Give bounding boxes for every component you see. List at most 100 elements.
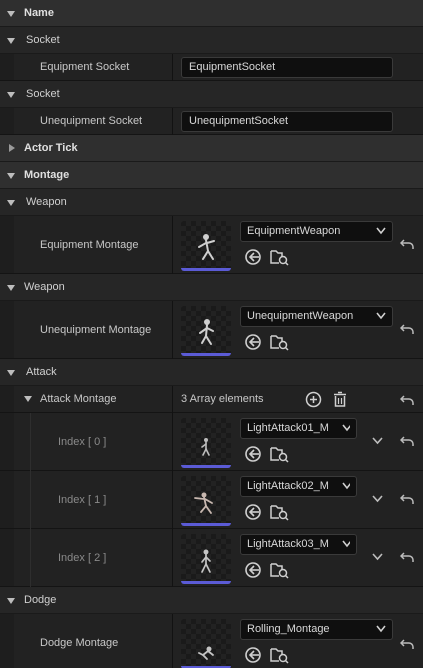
chevron-down-icon[interactable] xyxy=(7,598,15,604)
chevron-down-icon xyxy=(376,625,386,633)
character-pose-icon xyxy=(194,492,213,514)
dropdown-value: Rolling_Montage xyxy=(247,623,330,635)
character-pose-icon xyxy=(198,646,214,660)
subcategory-socket[interactable]: Socket xyxy=(0,81,423,108)
attack-montage-dropdown[interactable]: LightAttack02_M xyxy=(240,476,357,497)
reset-arrow-icon[interactable] xyxy=(400,493,415,505)
category-montage[interactable]: Montage xyxy=(0,162,423,189)
equipment-socket-label: Equipment Socket xyxy=(40,61,130,73)
property-row-unequipment-montage: Unequipment Montage UnequipmentWeapon xyxy=(0,301,423,359)
subcategory-attack[interactable]: Attack xyxy=(0,359,423,386)
asset-thumbnail[interactable] xyxy=(181,476,231,526)
column-divider xyxy=(172,216,173,274)
add-element-icon[interactable] xyxy=(305,391,322,408)
indent-guide xyxy=(30,413,31,471)
category-label: Montage xyxy=(24,169,70,181)
chevron-right-icon[interactable] xyxy=(9,144,15,152)
column-divider xyxy=(172,471,173,529)
browse-asset-icon[interactable] xyxy=(269,445,289,463)
chevron-down-icon xyxy=(338,540,350,548)
subcategory-dodge[interactable]: Dodge xyxy=(0,587,423,614)
array-element-row: Index [ 2 ] LightAttack03_M xyxy=(0,529,423,587)
reset-arrow-icon[interactable] xyxy=(400,638,415,650)
equipment-socket-input[interactable]: EquipmentSocket xyxy=(181,57,393,78)
dropdown-value: UnequipmentWeapon xyxy=(247,310,354,322)
column-divider xyxy=(172,386,173,413)
reset-arrow-icon[interactable] xyxy=(400,435,415,447)
element-options-chevron-icon[interactable] xyxy=(372,553,383,561)
subcategory-weapon[interactable]: Weapon xyxy=(0,189,423,216)
dropdown-value: LightAttack03_M xyxy=(247,538,329,550)
index-label: Index [ 2 ] xyxy=(58,552,107,564)
character-pose-icon xyxy=(199,319,214,345)
element-options-chevron-icon[interactable] xyxy=(372,495,383,503)
thumbnail-type-bar xyxy=(181,523,231,526)
browse-asset-icon[interactable] xyxy=(269,333,289,351)
asset-thumbnail[interactable] xyxy=(181,534,231,584)
asset-thumbnail[interactable] xyxy=(181,306,231,356)
browse-asset-icon[interactable] xyxy=(269,646,289,664)
subcategory-weapon[interactable]: Weapon xyxy=(0,274,423,301)
chevron-down-icon[interactable] xyxy=(24,396,32,402)
character-pose-icon xyxy=(201,549,211,573)
asset-thumbnail[interactable] xyxy=(181,418,231,468)
subcategory-label: Attack xyxy=(26,366,57,378)
browse-asset-icon[interactable] xyxy=(269,561,289,579)
column-divider xyxy=(172,614,173,668)
use-selected-icon[interactable] xyxy=(244,646,262,664)
browse-asset-icon[interactable] xyxy=(269,503,289,521)
chevron-down-icon[interactable] xyxy=(7,173,15,179)
chevron-down-icon[interactable] xyxy=(7,285,15,291)
subcategory-socket[interactable]: Socket xyxy=(0,27,423,54)
use-selected-icon[interactable] xyxy=(244,445,262,463)
column-divider xyxy=(172,529,173,587)
category-label: Actor Tick xyxy=(24,142,78,154)
reset-arrow-icon[interactable] xyxy=(400,551,415,563)
category-name[interactable]: Name xyxy=(0,0,423,27)
element-options-chevron-icon[interactable] xyxy=(372,437,383,445)
dodge-montage-label: Dodge Montage xyxy=(40,637,119,649)
reset-arrow-icon[interactable] xyxy=(400,394,415,406)
equipment-montage-label: Equipment Montage xyxy=(40,239,139,251)
chevron-down-icon[interactable] xyxy=(7,200,15,206)
asset-thumbnail[interactable] xyxy=(181,221,231,271)
unequipment-socket-input[interactable]: UnequipmentSocket xyxy=(181,111,393,132)
property-row-equipment-socket: Equipment Socket EquipmentSocket xyxy=(0,54,423,81)
chevron-down-icon[interactable] xyxy=(7,11,15,17)
index-label: Index [ 0 ] xyxy=(58,436,107,448)
use-selected-icon[interactable] xyxy=(244,503,262,521)
use-selected-icon[interactable] xyxy=(244,561,262,579)
column-divider xyxy=(172,413,173,471)
unequipment-montage-dropdown[interactable]: UnequipmentWeapon xyxy=(240,306,393,327)
browse-asset-icon[interactable] xyxy=(269,248,289,266)
chevron-down-icon xyxy=(376,227,386,235)
asset-thumbnail[interactable] xyxy=(181,619,231,668)
attack-montage-dropdown[interactable]: LightAttack03_M xyxy=(240,534,357,555)
unequipment-montage-label: Unequipment Montage xyxy=(40,324,152,336)
category-label: Name xyxy=(24,7,54,19)
chevron-down-icon[interactable] xyxy=(7,92,15,98)
attack-montage-dropdown[interactable]: LightAttack01_M xyxy=(240,418,357,439)
reset-arrow-icon[interactable] xyxy=(400,323,415,335)
use-selected-icon[interactable] xyxy=(244,248,262,266)
subcategory-label: Dodge xyxy=(24,594,57,606)
equipment-montage-dropdown[interactable]: EquipmentWeapon xyxy=(240,221,393,242)
delete-all-icon[interactable] xyxy=(332,391,348,408)
thumbnail-type-bar xyxy=(181,268,231,271)
property-row-unequipment-socket: Unequipment Socket UnequipmentSocket xyxy=(0,108,423,135)
dropdown-value: EquipmentWeapon xyxy=(247,225,341,237)
character-pose-icon xyxy=(198,234,215,260)
category-actor-tick[interactable]: Actor Tick xyxy=(0,135,423,162)
use-selected-icon[interactable] xyxy=(244,333,262,351)
chevron-down-icon[interactable] xyxy=(7,38,15,44)
thumbnail-type-bar xyxy=(181,353,231,356)
array-element-row: Index [ 1 ] LightAttack02_M xyxy=(0,471,423,529)
dropdown-value: LightAttack02_M xyxy=(247,480,329,492)
subcategory-label: Weapon xyxy=(24,281,65,293)
chevron-down-icon[interactable] xyxy=(7,370,15,376)
reset-arrow-icon[interactable] xyxy=(400,238,415,250)
dodge-montage-dropdown[interactable]: Rolling_Montage xyxy=(240,619,393,640)
array-element-row: Index [ 0 ] LightAttack01_M xyxy=(0,413,423,471)
unequipment-socket-label: Unequipment Socket xyxy=(40,115,143,127)
column-divider xyxy=(172,301,173,359)
